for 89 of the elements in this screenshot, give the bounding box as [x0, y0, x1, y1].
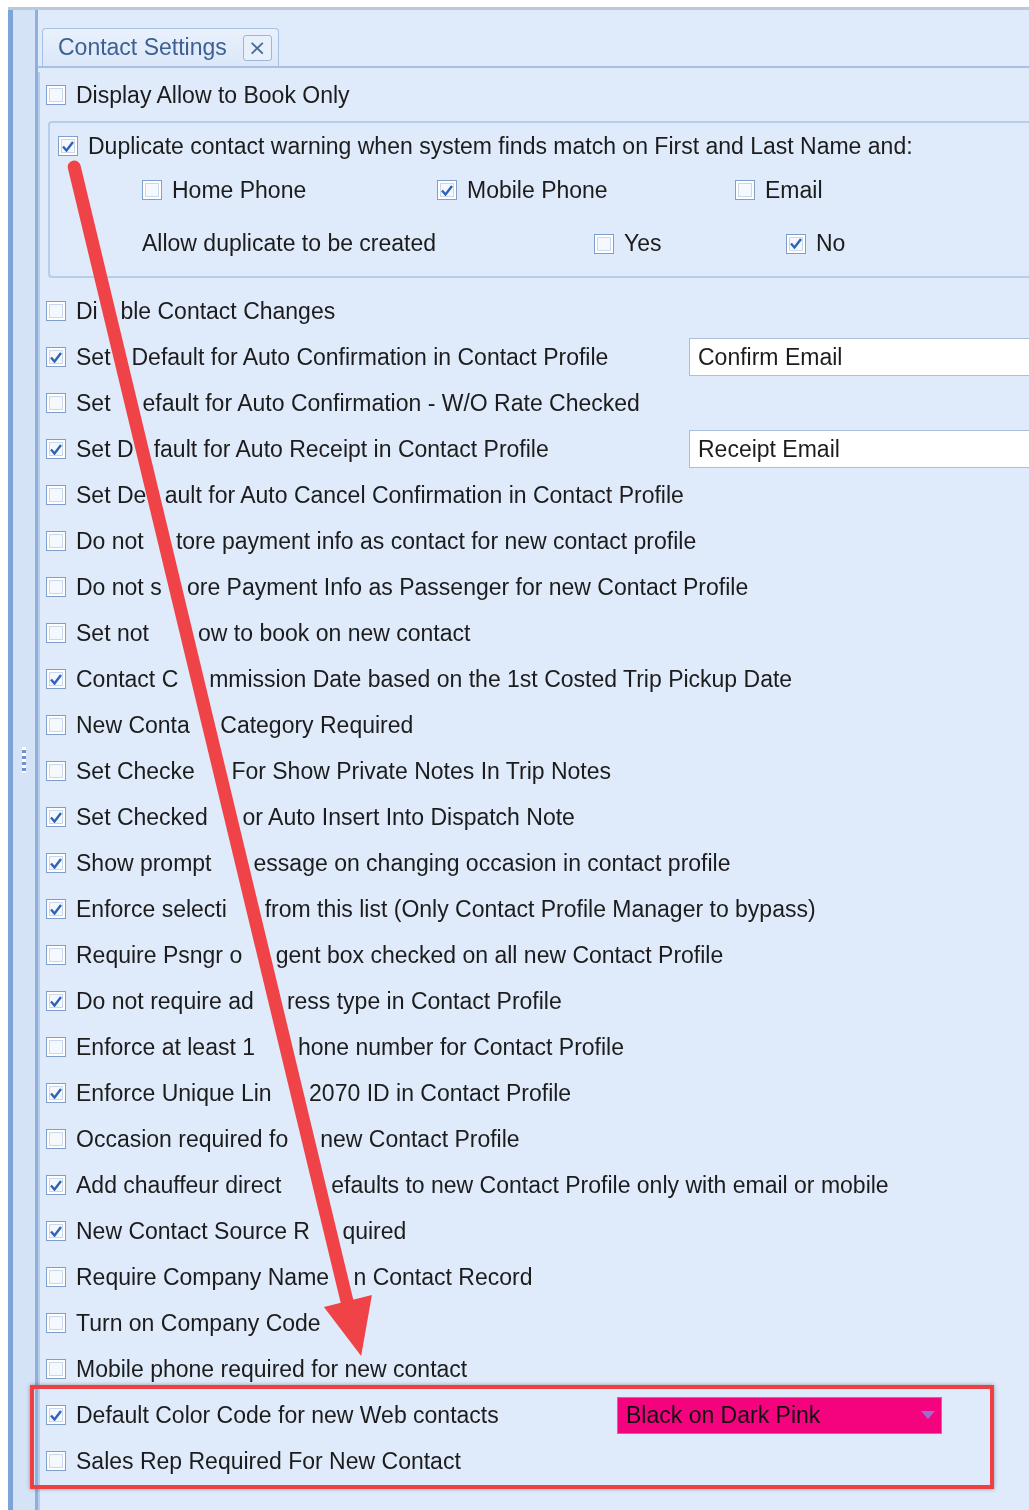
- checkmark-icon: [50, 1179, 62, 1191]
- duplicate-label: Allow duplicate to be created: [142, 230, 437, 258]
- checkbox[interactable]: [46, 945, 66, 965]
- setting-label: Set D fault for Auto Receipt in Contact Profile: [76, 435, 550, 463]
- setting-label: Occasion required fo new Contact Profile: [76, 1125, 520, 1153]
- checkbox[interactable]: [46, 807, 66, 827]
- checkbox[interactable]: [735, 180, 755, 201]
- setting-label: Show prompt essage on changing occasion in contact profile: [76, 849, 731, 877]
- setting-label: Duplicate contact warning when system finds match on First and Last Name and:: [88, 132, 913, 160]
- setting-label: New Contact Source R quired: [76, 1217, 407, 1245]
- setting-label: Turn on Company Code: [76, 1309, 321, 1337]
- setting-label: Require Psngr o gent box checked on all new Contact Profile: [76, 941, 724, 969]
- option-label: Yes: [624, 230, 662, 258]
- checkbox[interactable]: [594, 233, 614, 254]
- checkbox[interactable]: [46, 899, 66, 919]
- setting-label: Contact C mmission Date based on the 1st Costed Trip Pickup Date: [76, 665, 793, 693]
- checkbox[interactable]: [46, 623, 66, 643]
- option-label: Home Phone: [172, 176, 307, 204]
- splitter-grip[interactable]: [22, 747, 26, 773]
- setting-label: Set efault for Auto Confirmation - W/O Rate Checked: [76, 389, 640, 417]
- checkbox[interactable]: [46, 991, 66, 1011]
- setting-label: Do not s ore Payment Info as Passenger for new Contact Profile: [76, 573, 749, 601]
- checkbox[interactable]: [46, 715, 66, 735]
- checkbox[interactable]: [142, 180, 162, 201]
- checkmark-icon: [50, 857, 62, 869]
- checkmark-icon: [50, 811, 62, 823]
- checkbox[interactable]: [46, 1267, 66, 1287]
- close-button[interactable]: ×: [242, 34, 272, 61]
- setting-label: Sales Rep Required For New Contact: [76, 1447, 461, 1475]
- checkbox[interactable]: [46, 1221, 66, 1241]
- tab-title: Contact Settings: [58, 34, 227, 61]
- checkbox[interactable]: [46, 439, 66, 459]
- setting-label: Do not require ad ress type in Contact Profile: [76, 987, 562, 1015]
- setting-label: Enforce at least 1 hone number for Contact Profile: [76, 1033, 624, 1061]
- checkmark-icon: [50, 995, 62, 1007]
- settings-tab[interactable]: Contact Settings ×: [42, 28, 279, 66]
- checkbox[interactable]: [46, 1175, 66, 1195]
- caret-icon: [921, 1411, 935, 1419]
- checkbox[interactable]: [46, 853, 66, 873]
- checkmark-icon: [62, 140, 74, 152]
- checkbox[interactable]: [437, 180, 457, 201]
- color-dropdown[interactable]: Black on Dark Pink: [617, 1396, 942, 1434]
- setting-label: Di ble Contact Changes: [76, 297, 336, 325]
- checkbox[interactable]: [46, 301, 66, 321]
- checkbox[interactable]: [46, 347, 66, 367]
- setting-label: Enforce Unique Lin 2070 ID in Contact Profile: [76, 1079, 572, 1107]
- checkmark-icon: [50, 673, 62, 685]
- setting-label: Set Checked or Auto Insert Into Dispatch Note: [76, 803, 575, 831]
- checkmark-icon: [50, 1225, 62, 1237]
- checkbox[interactable]: [46, 485, 66, 505]
- checkbox[interactable]: [46, 577, 66, 597]
- checkmark-icon: [50, 443, 62, 455]
- setting-label: Default Color Code for new Web contacts: [76, 1401, 500, 1429]
- checkbox[interactable]: [46, 1359, 66, 1379]
- checkbox[interactable]: [46, 1405, 66, 1425]
- checkbox[interactable]: [46, 1037, 66, 1057]
- setting-label: Require Company Name n Contact Record: [76, 1263, 533, 1291]
- setting-label: Set De ault for Auto Cancel Confirmation in Contact Profile: [76, 481, 684, 509]
- setting-label: Do not tore payment info as contact for new contact profile: [76, 527, 697, 555]
- checkbox[interactable]: [786, 233, 806, 254]
- option-label: Email: [765, 176, 823, 204]
- checkmark-icon: [50, 351, 62, 363]
- setting-label: Display Allow to Book Only: [76, 81, 350, 109]
- setting-label: Set not ow to book on new contact: [76, 619, 471, 647]
- checkbox[interactable]: [46, 1083, 66, 1103]
- text-field[interactable]: Receipt Email: [689, 430, 1029, 468]
- checkbox[interactable]: [58, 136, 78, 156]
- checkbox[interactable]: [46, 85, 66, 105]
- checkbox[interactable]: [46, 393, 66, 413]
- checkbox[interactable]: [46, 1313, 66, 1333]
- setting-label: Add chauffeur direct efaults to new Contact Profile only with email or mobile: [76, 1171, 889, 1199]
- checkmark-icon: [50, 1087, 62, 1099]
- setting-label: Set Default for Auto Confirmation in Contact Profile: [76, 343, 610, 371]
- checkbox[interactable]: [46, 761, 66, 781]
- checkmark-icon: [441, 184, 453, 196]
- setting-label: Enforce selecti from this list (Only Contact Profile Manager to bypass): [76, 895, 816, 923]
- option-label: No: [816, 230, 846, 258]
- setting-label: New Conta Category Required: [76, 711, 414, 739]
- option-label: Mobile Phone: [467, 176, 608, 204]
- checkbox[interactable]: [46, 531, 66, 551]
- checkbox[interactable]: [46, 1129, 66, 1149]
- checkmark-icon: [790, 238, 802, 250]
- checkmark-icon: [50, 1409, 62, 1421]
- setting-label: Mobile phone required for new contact: [76, 1355, 468, 1383]
- checkbox[interactable]: [46, 1451, 66, 1471]
- checkbox[interactable]: [46, 669, 66, 689]
- text-field[interactable]: Confirm Email: [689, 338, 1029, 376]
- setting-label: Set Checke For Show Private Notes In Trip Notes: [76, 757, 612, 785]
- checkmark-icon: [50, 903, 62, 915]
